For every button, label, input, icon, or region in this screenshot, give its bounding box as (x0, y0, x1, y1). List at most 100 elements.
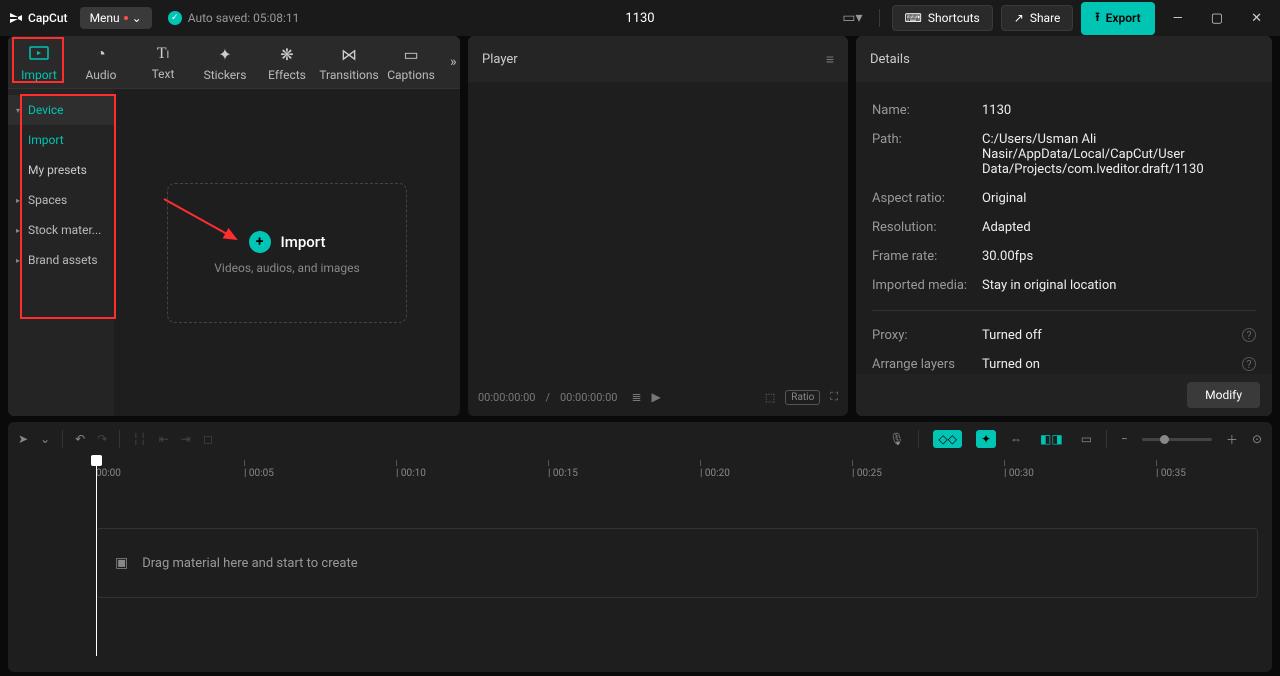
sidebar-group-device[interactable]: ▾Device (8, 95, 114, 125)
export-button[interactable]: ⭱ Export (1081, 2, 1154, 35)
arrange-info-icon[interactable]: ? (1242, 357, 1256, 371)
ratio-button[interactable]: Ratio (785, 390, 820, 405)
stickers-tab-icon: ✦ (194, 45, 256, 64)
detail-imported-label: Imported media: (872, 278, 982, 293)
fullscreen-icon[interactable]: ⛶ (830, 390, 838, 404)
maximize-button[interactable]: ▢ (1201, 5, 1233, 32)
player-menu-button[interactable]: ≡ (826, 51, 834, 68)
tab-stickers[interactable]: ✦ Stickers (194, 37, 256, 88)
sidebar-item-import[interactable]: Import (8, 125, 114, 155)
detail-framerate-label: Frame rate: (872, 249, 982, 264)
tabs-more-button[interactable]: » (442, 54, 460, 70)
menu-button[interactable]: Menu ⌄ (80, 7, 152, 29)
export-icon: ⭱ (1095, 8, 1099, 29)
share-icon: ↗ (1014, 11, 1024, 25)
chevron-right-icon: » (450, 54, 457, 70)
ruler-mark: | 00:10 (396, 460, 426, 479)
zoom-in-button[interactable]: ＋ (1226, 431, 1238, 448)
import-dropzone[interactable]: + Import Videos, audios, and images (167, 183, 407, 323)
divider (1106, 430, 1107, 448)
tab-transitions[interactable]: ⋈ Transitions (318, 37, 380, 88)
zoom-slider[interactable] (1142, 438, 1212, 441)
sidebar-group-stock-material[interactable]: ▸Stock mater... (8, 215, 114, 245)
effects-tab-icon: ❋ (256, 45, 318, 64)
import-tab-icon (8, 45, 70, 64)
tab-audio[interactable]: ◔ Audio (70, 36, 132, 88)
share-button[interactable]: ↗ Share (1001, 5, 1074, 31)
film-icon: ▣ (115, 555, 128, 571)
player-current-time: 00:00:00:00 (478, 391, 535, 404)
pointer-tool[interactable]: ➤ (18, 432, 28, 446)
list-icon[interactable]: ≣ (631, 390, 641, 404)
sidebar-group-spaces[interactable]: ▸Spaces (8, 185, 114, 215)
split-button[interactable]: ╎╎ (132, 432, 146, 446)
divider (879, 9, 880, 27)
player-controls: 00:00:00:00 / 00:00:00:00 ≣ ▶ ⬚ Ratio ⛶ (468, 378, 848, 416)
details-footer: Modify (856, 374, 1272, 416)
playhead[interactable] (96, 456, 97, 656)
redo-button[interactable]: ↷ (97, 432, 107, 446)
close-button[interactable]: ✕ (1241, 5, 1272, 32)
layout-button[interactable]: ▭▾ (838, 6, 866, 30)
text-tab-icon: TI (132, 45, 194, 63)
crop-button[interactable]: ◻ (203, 432, 213, 446)
magnet-main-button[interactable]: ◇◇ (933, 430, 961, 448)
delete-left-button[interactable]: ⇤ (159, 432, 169, 446)
app-logo: CapCut (8, 10, 68, 26)
tab-effects[interactable]: ❋ Effects (256, 37, 318, 88)
timeline-panel: 00:00 | 00:05 | 00:10 | 00:15 | 00:20 | … (8, 456, 1272, 672)
link-button[interactable]: ⇔ (1010, 432, 1022, 446)
transitions-tab-icon: ⋈ (318, 45, 380, 64)
zoom-knob[interactable] (1160, 435, 1169, 444)
mic-button[interactable]: 🎙 (889, 432, 904, 446)
detail-arrange-value: Turned on (982, 357, 1242, 372)
project-title: 1130 (625, 11, 654, 26)
import-label: Import (281, 233, 326, 251)
details-header: Details (856, 36, 1272, 82)
timeline-dropzone[interactable]: ▣ Drag material here and start to create (96, 528, 1258, 598)
menu-notification-dot-icon (124, 16, 128, 20)
tab-import[interactable]: Import (8, 37, 70, 88)
caret-right-icon: ▸ (16, 226, 26, 235)
shortcuts-button[interactable]: ⌨ Shortcuts (892, 5, 993, 31)
layout-icon: ▭▾ (842, 10, 862, 26)
zoom-out-button[interactable]: − (1121, 432, 1128, 446)
player-total-time: 00:00:00:00 (560, 391, 617, 404)
minimize-button[interactable]: — (1163, 5, 1193, 32)
zoom-fit-button[interactable]: ⊙ (1252, 432, 1262, 446)
media-panel: Import ◔ Audio TI Text ✦ Stickers ❋ Effe… (8, 36, 460, 416)
compare-icon[interactable]: ⬚ (765, 391, 775, 404)
pointer-dropdown[interactable]: ⌄ (40, 432, 50, 446)
tab-captions[interactable]: ▭ Captions (380, 37, 442, 88)
proxy-info-icon[interactable]: ? (1242, 328, 1256, 342)
detail-path-label: Path: (872, 132, 982, 177)
sidebar-item-my-presets[interactable]: My presets (8, 155, 114, 185)
timeline-ruler[interactable]: 00:00 | 00:05 | 00:10 | 00:15 | 00:20 | … (8, 456, 1272, 482)
detail-framerate-value: 30.00fps (982, 249, 1256, 264)
details-panel: Details Name:1130 Path:C:/Users/Usman Al… (856, 36, 1272, 416)
modify-button[interactable]: Modify (1187, 382, 1260, 408)
player-viewport (468, 82, 848, 378)
detail-proxy-value: Turned off (982, 328, 1242, 343)
snap-button[interactable]: ◧◨ (1036, 430, 1067, 448)
preview-button[interactable]: ▭ (1081, 432, 1092, 446)
import-area: + Import Videos, audios, and images (114, 89, 460, 416)
ruler-mark: | 00:35 (1156, 460, 1186, 479)
tab-text[interactable]: TI Text (132, 37, 194, 87)
check-icon: ✓ (168, 11, 182, 25)
caret-right-icon: ▸ (16, 196, 26, 205)
import-subtitle: Videos, audios, and images (214, 261, 359, 275)
ruler-mark: | 00:30 (1004, 460, 1034, 479)
sidebar-group-brand-assets[interactable]: ▸Brand assets (8, 245, 114, 275)
magnet-timeline-button[interactable]: ✦ (976, 430, 996, 448)
delete-right-button[interactable]: ⇥ (181, 432, 191, 446)
divider (872, 310, 1256, 311)
divider (918, 430, 919, 448)
detail-aspect-value: Original (982, 191, 1256, 206)
ruler-mark: | 00:05 (244, 460, 274, 479)
title-bar-right: ▭▾ ⌨ Shortcuts ↗ Share ⭱ Export — ▢ ✕ (838, 2, 1272, 35)
captions-tab-icon: ▭ (380, 45, 442, 64)
details-title: Details (870, 52, 910, 67)
undo-button[interactable]: ↶ (75, 432, 85, 446)
play-button[interactable]: ▶ (652, 390, 661, 404)
